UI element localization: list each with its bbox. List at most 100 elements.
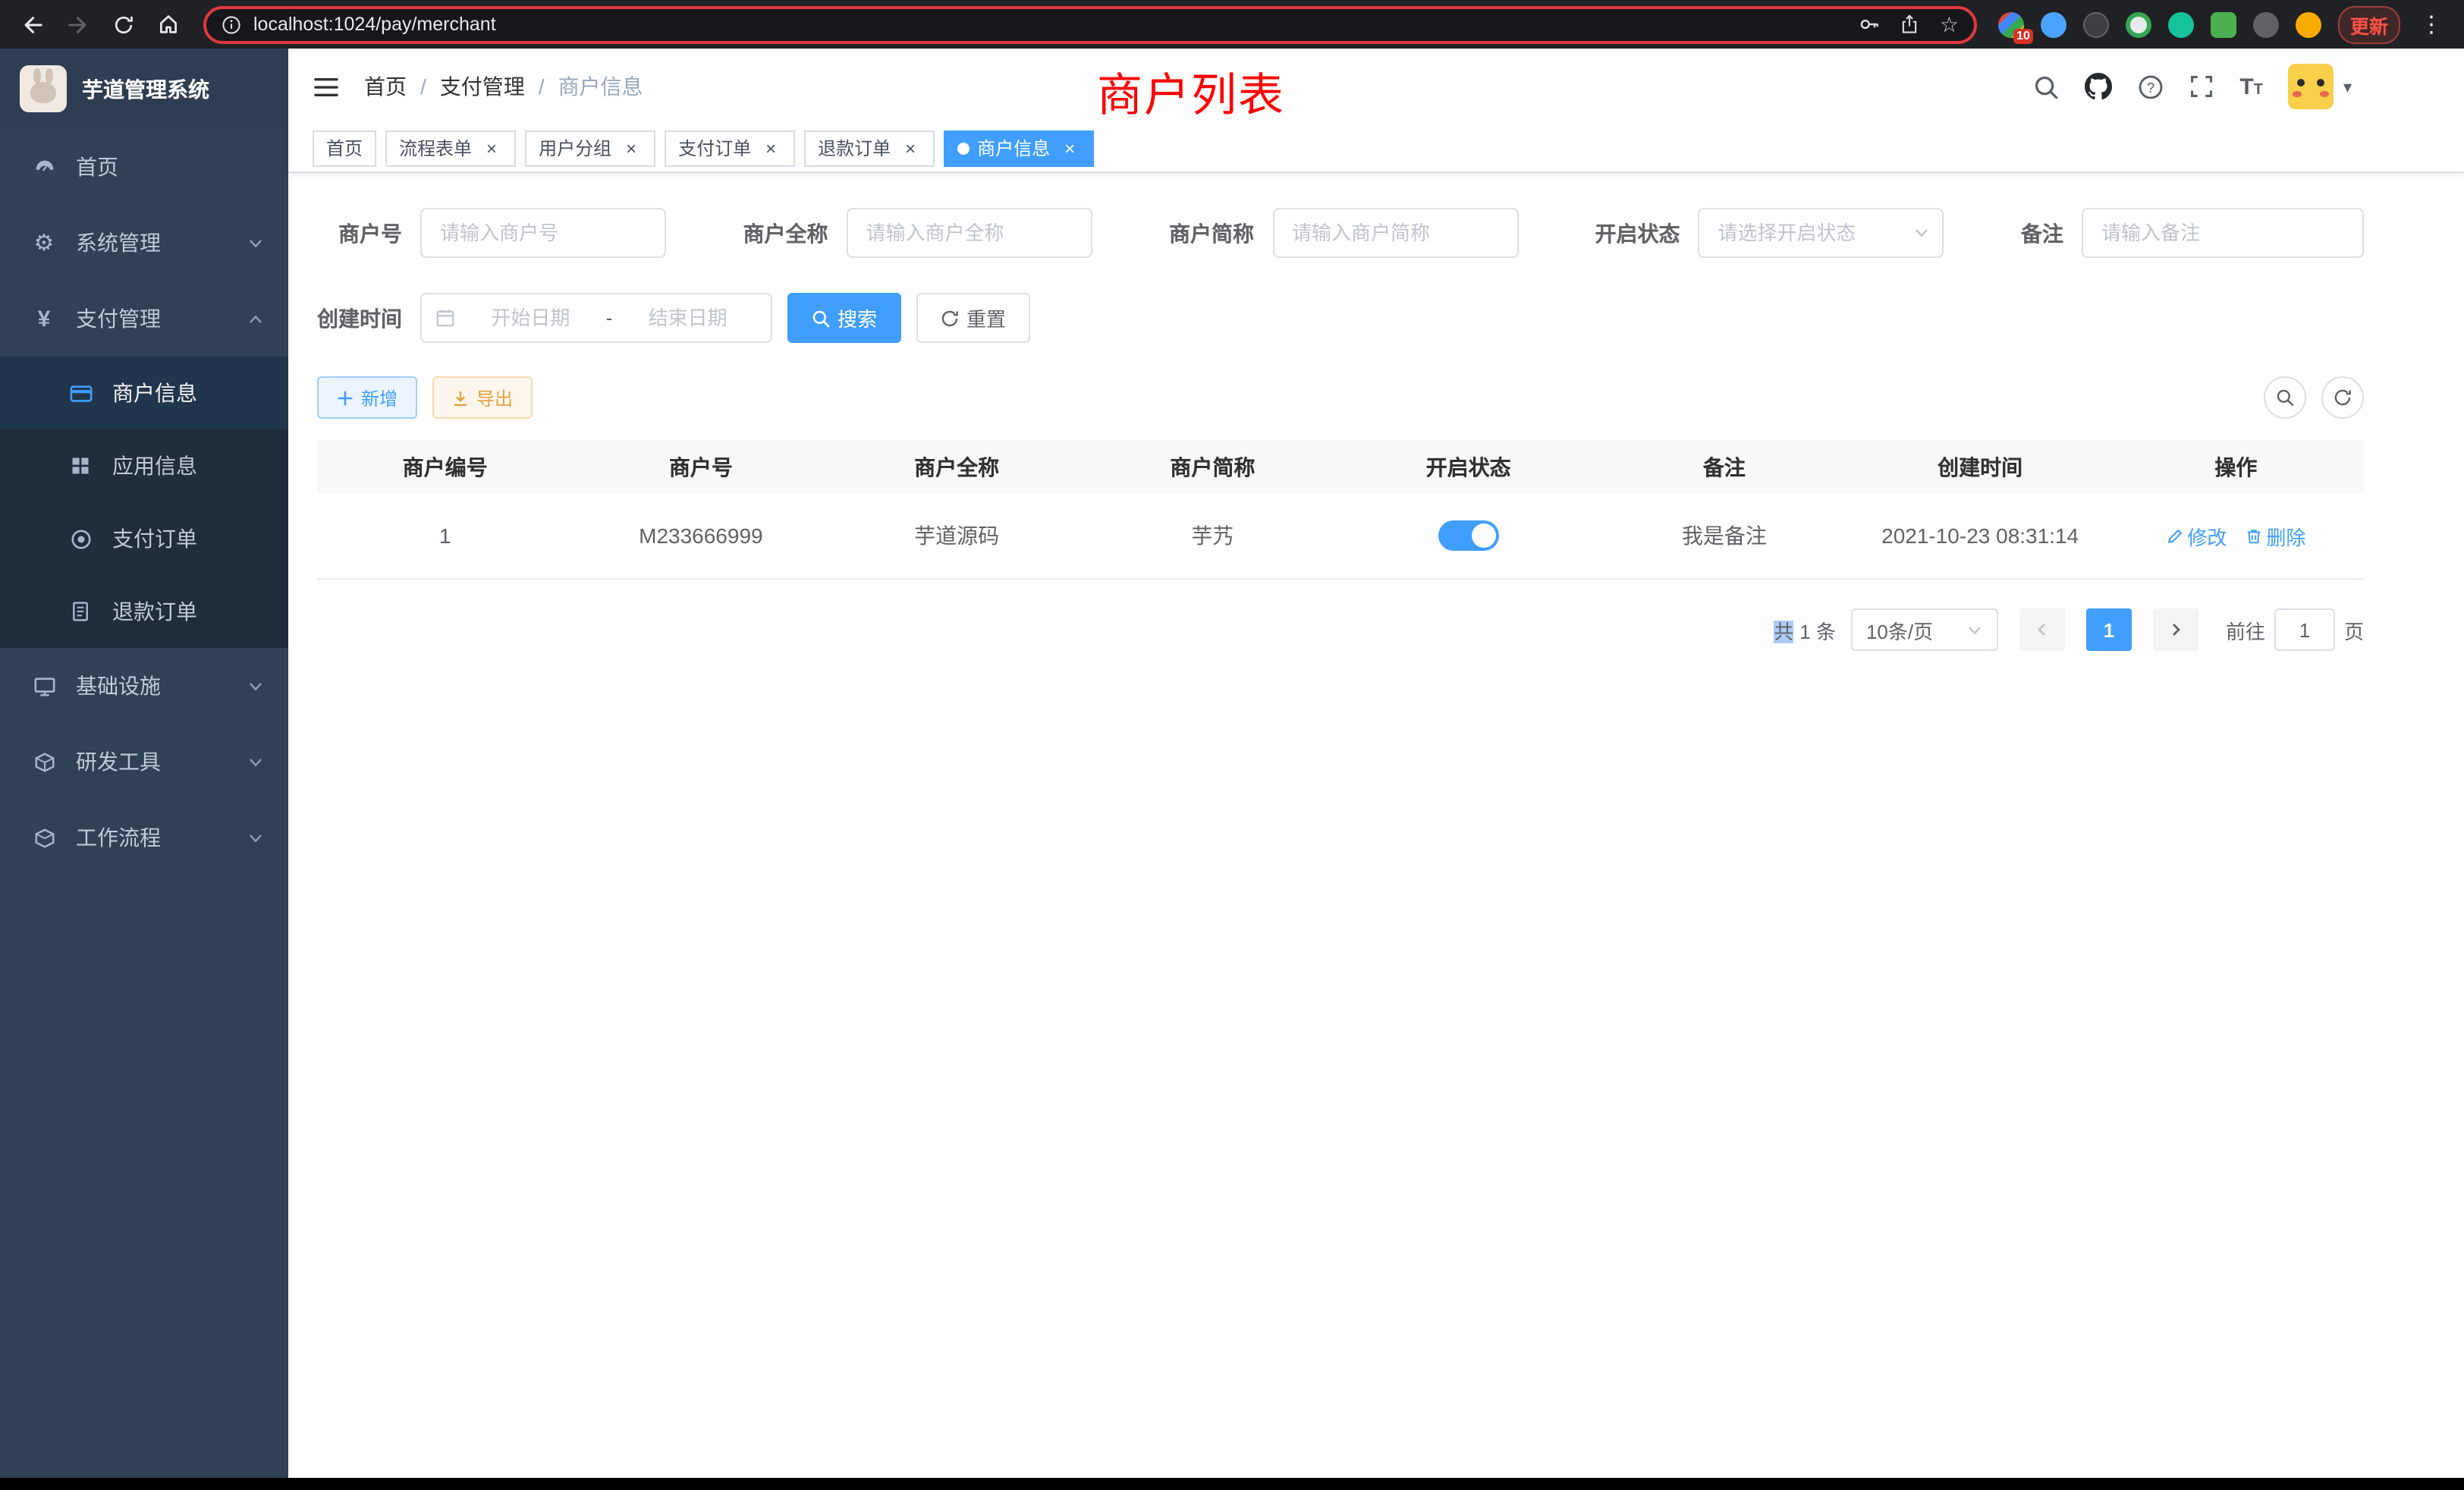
tab-process-form[interactable]: 流程表单 × xyxy=(385,130,516,166)
font-size-icon[interactable]: TT xyxy=(2239,74,2263,99)
breadcrumb: 首页 / 支付管理 / 商户信息 xyxy=(364,71,643,102)
extension-icon[interactable]: 10 xyxy=(1998,11,2024,37)
main-area: 首页 / 支付管理 / 商户信息 商户列表 ? xyxy=(288,49,2464,1490)
sidebar-item-system[interactable]: ⚙ 系统管理 xyxy=(0,205,288,281)
sidebar-item-label: 基础设施 xyxy=(76,671,161,701)
cell-remark: 我是备注 xyxy=(1596,493,1852,578)
sidebar-item-label: 应用信息 xyxy=(112,451,197,481)
chevron-down-icon xyxy=(1966,621,1983,638)
sidebar-item-infrastructure[interactable]: 基础设施 xyxy=(0,648,288,724)
cell-create-time: 2021-10-23 08:31:14 xyxy=(1853,493,2108,578)
merchant-table: 商户编号 商户号 商户全称 商户简称 开启状态 备注 创建时间 操作 1 M23… xyxy=(317,440,2364,580)
breadcrumb-item-home[interactable]: 首页 xyxy=(364,71,407,102)
hamburger-icon[interactable] xyxy=(313,75,340,98)
bookmark-star-icon[interactable]: ☆ xyxy=(1940,11,1959,37)
github-icon[interactable] xyxy=(2085,73,2112,100)
user-avatar[interactable] xyxy=(2289,64,2334,109)
tab-merchant-info[interactable]: 商户信息 × xyxy=(944,130,1094,166)
breadcrumb-separator: / xyxy=(539,74,545,99)
chevron-down-icon xyxy=(247,234,264,251)
breadcrumb-item-payment[interactable]: 支付管理 xyxy=(440,71,525,102)
sidebar-item-home[interactable]: 首页 xyxy=(0,129,288,205)
close-icon[interactable]: × xyxy=(481,137,502,159)
browser-forward-icon[interactable] xyxy=(58,5,97,44)
browser-reload-icon[interactable] xyxy=(103,5,143,44)
app-title: 芋道管理系统 xyxy=(82,74,209,104)
search-icon[interactable] xyxy=(2033,74,2059,99)
record-circle-icon xyxy=(67,527,94,550)
filter-merchant-no: 商户号 xyxy=(317,208,666,258)
date-range-picker[interactable]: - xyxy=(420,293,772,343)
status-select[interactable] xyxy=(1699,208,1944,258)
add-button[interactable]: 新增 xyxy=(317,376,417,419)
extension-icon[interactable] xyxy=(2168,11,2194,37)
extension-icon[interactable] xyxy=(2211,11,2236,37)
browser-menu-icon[interactable]: ⋮ xyxy=(2417,11,2446,38)
tab-home[interactable]: 首页 xyxy=(313,130,376,166)
cell-merchant-no: M233666999 xyxy=(573,493,828,578)
column-header: 商户号 xyxy=(573,440,828,493)
page-size-select[interactable]: 10条/页 xyxy=(1851,608,1998,651)
browser-update-button[interactable]: 更新 xyxy=(2338,5,2400,43)
close-icon[interactable]: × xyxy=(760,137,781,159)
edit-link[interactable]: 修改 xyxy=(2166,521,2227,550)
sidebar-item-pay-order[interactable]: 支付订单 xyxy=(0,502,288,575)
toggle-search-button[interactable] xyxy=(2264,376,2306,419)
extension-icon[interactable] xyxy=(2253,11,2279,37)
sidebar-item-dev-tools[interactable]: 研发工具 xyxy=(0,724,288,800)
browser-home-icon[interactable] xyxy=(149,5,188,44)
extension-icon[interactable] xyxy=(2083,11,2109,37)
date-start-input[interactable] xyxy=(461,306,600,329)
column-header: 商户简称 xyxy=(1085,440,1340,493)
page-number-button[interactable]: 1 xyxy=(2086,608,2132,651)
site-info-icon[interactable] xyxy=(222,14,241,34)
sidebar-item-payment[interactable]: ¥ 支付管理 xyxy=(0,281,288,357)
logo-row[interactable]: 芋道管理系统 xyxy=(0,49,288,129)
date-separator: - xyxy=(606,306,613,329)
remark-input[interactable] xyxy=(2082,208,2364,258)
sidebar-item-workflow[interactable]: 工作流程 xyxy=(0,800,288,875)
reset-button[interactable]: 重置 xyxy=(916,293,1030,343)
close-icon[interactable]: × xyxy=(1059,137,1080,159)
extension-icon[interactable] xyxy=(2296,11,2321,37)
sidebar-item-label: 商户信息 xyxy=(112,378,197,408)
goto-page: 前往 页 xyxy=(2226,608,2364,651)
extension-icon[interactable] xyxy=(2126,11,2151,37)
export-button[interactable]: 导出 xyxy=(432,376,533,419)
search-button[interactable]: 搜索 xyxy=(787,293,901,343)
browser-back-icon[interactable] xyxy=(12,5,52,44)
extension-icon[interactable] xyxy=(2041,11,2066,37)
prev-page-button[interactable] xyxy=(2019,608,2065,651)
yen-icon: ¥ xyxy=(30,306,58,332)
gear-icon: ⚙ xyxy=(30,229,58,256)
password-key-icon[interactable] xyxy=(1859,14,1881,35)
goto-page-input[interactable] xyxy=(2274,608,2335,651)
address-bar[interactable]: localhost:1024/pay/merchant ☆ xyxy=(203,5,1977,43)
sidebar: 芋道管理系统 首页 ⚙ 系统管理 ¥ 支付管理 xyxy=(0,49,288,1490)
user-menu[interactable]: ▾ xyxy=(2289,64,2352,109)
share-icon[interactable] xyxy=(1900,14,1920,35)
caret-down-icon: ▾ xyxy=(2343,77,2352,96)
merchant-no-input[interactable] xyxy=(420,208,666,258)
goto-label: 前往 xyxy=(2226,615,2265,644)
fullscreen-icon[interactable] xyxy=(2189,74,2214,99)
close-icon[interactable]: × xyxy=(900,137,921,159)
sidebar-item-app-info[interactable]: 应用信息 xyxy=(0,429,288,502)
refresh-button[interactable] xyxy=(2321,376,2364,419)
filter-create-time: 创建时间 - xyxy=(317,293,772,343)
help-icon[interactable]: ? xyxy=(2138,74,2164,99)
full-name-input[interactable] xyxy=(847,208,1092,258)
sidebar-item-label: 首页 xyxy=(76,152,118,182)
delete-link[interactable]: 删除 xyxy=(2245,521,2305,550)
tab-user-group[interactable]: 用户分组 × xyxy=(525,130,655,166)
sidebar-item-refund-order[interactable]: 退款订单 xyxy=(0,575,288,648)
breadcrumb-item-current: 商户信息 xyxy=(558,71,643,102)
sidebar-item-merchant-info[interactable]: 商户信息 xyxy=(0,357,288,429)
date-end-input[interactable] xyxy=(618,306,757,329)
short-name-input[interactable] xyxy=(1272,208,1518,258)
tab-refund-order[interactable]: 退款订单 × xyxy=(804,130,935,166)
tab-pay-order[interactable]: 支付订单 × xyxy=(665,130,795,166)
status-toggle-on[interactable] xyxy=(1438,520,1499,551)
next-page-button[interactable] xyxy=(2153,608,2198,651)
close-icon[interactable]: × xyxy=(621,137,642,159)
